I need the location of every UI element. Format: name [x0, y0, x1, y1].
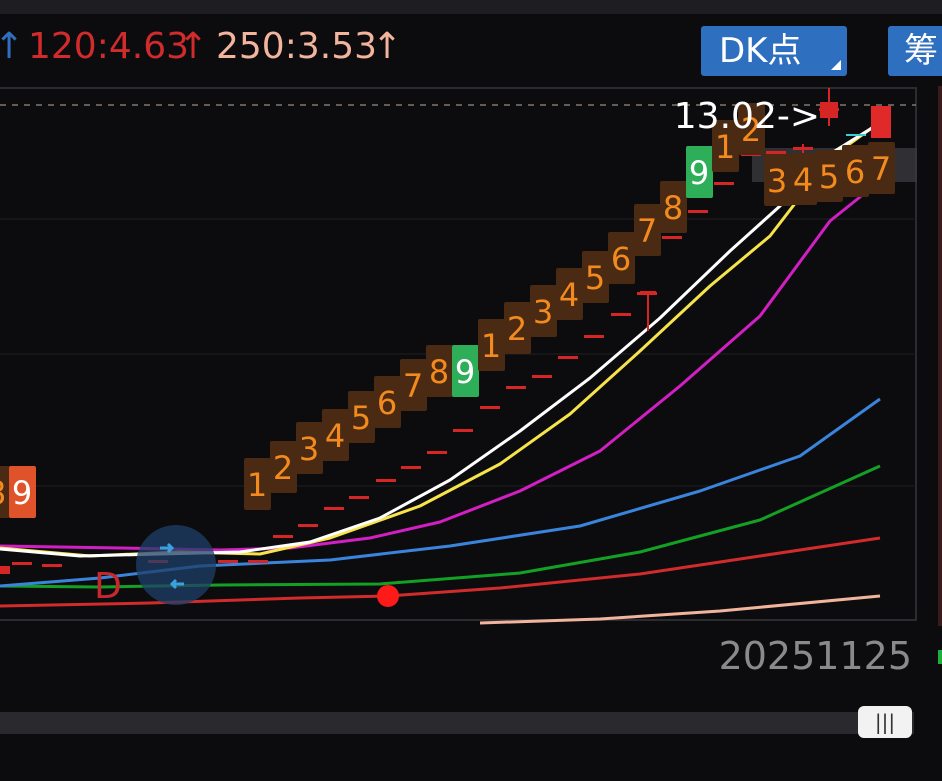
candle-17	[584, 335, 604, 338]
candle-13	[480, 406, 500, 409]
signal-dot	[377, 585, 399, 607]
candle-22	[714, 182, 734, 185]
candle-20	[662, 236, 682, 239]
ma5-line	[0, 121, 881, 558]
ma10-line	[0, 120, 881, 558]
ma120-up-arrow-icon: ↑	[178, 26, 209, 67]
ma120-legend: 120:4.63	[28, 26, 189, 67]
candle-18	[611, 313, 631, 316]
chip-distribution-label: 筹	[904, 31, 938, 71]
td-count-11: 1	[481, 327, 501, 365]
candle-last	[871, 106, 891, 138]
top-status-bar	[0, 0, 942, 14]
scroll-track[interactable]	[0, 712, 914, 734]
td-count-14: 4	[559, 276, 579, 314]
candle-0	[12, 562, 32, 565]
td-count-26: 7	[871, 150, 891, 188]
candle-6	[298, 524, 318, 527]
td-count-9: 8	[429, 353, 449, 391]
td-count-19: 9	[689, 154, 709, 192]
ma250-legend: 250:3.53	[216, 26, 377, 67]
candle-11	[427, 451, 447, 454]
td-count-10: 9	[455, 353, 475, 391]
td-count-2: 1	[247, 466, 267, 504]
candle-left	[0, 566, 10, 574]
date-label: 20251125	[718, 634, 912, 678]
td-count-16: 6	[611, 240, 631, 278]
td-count-1: 9	[12, 474, 32, 512]
candle-12	[453, 429, 473, 432]
scroll-thumb-glyph: |||	[874, 710, 896, 734]
td-count-25: 6	[845, 153, 865, 191]
td-count-8: 7	[403, 367, 423, 405]
td-count-3: 2	[273, 449, 293, 487]
td-count-7: 6	[377, 384, 397, 422]
dropdown-corner-icon	[831, 60, 841, 70]
ma250-line	[479, 594, 881, 625]
dk-point-button[interactable]: DK点	[701, 26, 847, 76]
td-count-0: 8	[0, 474, 6, 512]
candle-cyan	[846, 134, 866, 136]
candle-8	[349, 496, 369, 499]
candle-16	[558, 356, 578, 359]
candle-14	[506, 386, 526, 389]
left-up-arrow-icon: ↑	[0, 26, 25, 67]
candle-5	[273, 535, 293, 538]
td-count-12: 2	[507, 310, 527, 348]
td-count-17: 7	[637, 212, 657, 250]
candle-15	[532, 375, 552, 378]
td-count-18: 8	[663, 189, 683, 227]
td-count-6: 5	[351, 399, 371, 437]
candle-24	[766, 151, 786, 154]
td-count-24: 5	[819, 158, 839, 196]
candle-21	[688, 210, 708, 213]
candle-10	[401, 466, 421, 469]
chip-distribution-button[interactable]: 筹	[888, 26, 942, 76]
candle-big-0	[820, 102, 838, 118]
td-count-4: 3	[299, 430, 319, 468]
price-tag: 13.02->	[674, 96, 820, 137]
td-count-23: 4	[793, 161, 813, 199]
candle-1	[42, 564, 62, 567]
right-edge-marker	[938, 650, 942, 664]
td-count-22: 3	[767, 162, 787, 200]
dk-point-label: DK点	[719, 31, 802, 71]
grip-lines-icon[interactable]: |||	[858, 706, 912, 738]
candle-7	[324, 507, 344, 510]
d-marker: D	[94, 566, 122, 607]
td-count-5: 4	[325, 417, 345, 455]
candle-9	[376, 479, 396, 482]
candle-4	[248, 560, 268, 563]
td-count-13: 3	[533, 293, 553, 331]
crosshair-marker	[136, 525, 216, 605]
right-edge-strip	[938, 86, 942, 626]
kline-chart[interactable]: 891234567891234567891234567 13.02->D	[0, 86, 942, 626]
candle-3	[218, 560, 238, 563]
td-count-15: 5	[585, 259, 605, 297]
ma250-up-arrow-icon: ↑	[372, 26, 403, 67]
